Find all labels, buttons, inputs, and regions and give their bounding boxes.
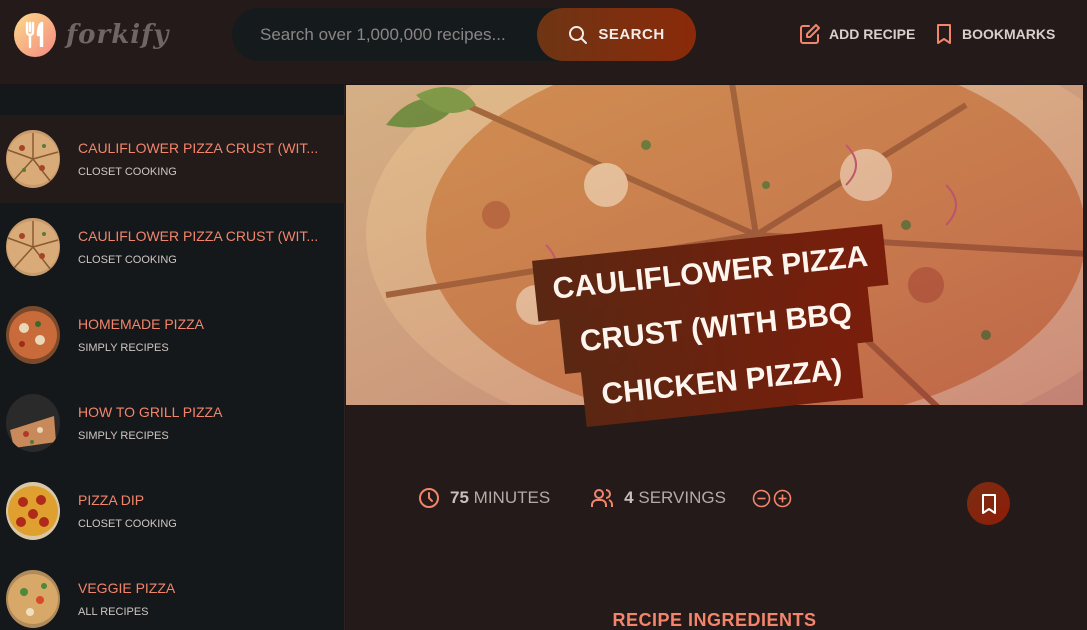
result-publisher: ALL RECIPES — [78, 606, 149, 618]
add-recipe-button[interactable]: ADD RECIPE — [799, 20, 915, 48]
recipe-servings-count: 4 — [624, 488, 634, 507]
clock-icon — [418, 487, 440, 509]
search-input[interactable] — [260, 8, 540, 61]
bookmark-icon — [980, 493, 998, 515]
result-thumbnail — [6, 306, 60, 364]
result-thumbnail — [6, 218, 60, 276]
recipe-servings: 4 SERVINGS — [590, 487, 792, 509]
forkify-logo-icon — [14, 13, 56, 57]
result-item[interactable]: HOW TO GRILL PIZZA SIMPLY RECIPES — [0, 379, 345, 467]
recipe-minutes: 75 — [450, 488, 469, 507]
minus-circle-icon[interactable] — [752, 489, 771, 508]
users-icon — [590, 487, 614, 509]
result-title: CAULIFLOWER PIZZA CRUST (WIT... — [78, 140, 319, 156]
result-title: CAULIFLOWER PIZZA CRUST (WIT... — [78, 228, 319, 244]
header: forkify SEARCH ADD RECIPE BOOKMARKS — [0, 0, 1087, 85]
recipe-servings-label: SERVINGS — [638, 488, 726, 507]
result-publisher: SIMPLY RECIPES — [78, 342, 169, 354]
search-form: SEARCH — [232, 8, 696, 61]
bookmarks-button[interactable]: BOOKMARKS — [934, 20, 1055, 48]
servings-stepper — [752, 489, 792, 508]
recipe-bookmark-button[interactable] — [967, 482, 1010, 525]
search-button-label: SEARCH — [598, 26, 665, 43]
result-thumbnail — [6, 130, 60, 188]
result-thumbnail — [6, 482, 60, 540]
result-thumbnail — [6, 570, 60, 628]
logo[interactable]: forkify — [14, 13, 169, 57]
search-button[interactable]: SEARCH — [537, 8, 696, 61]
result-publisher: CLOSET COOKING — [78, 166, 177, 178]
result-item[interactable]: VEGGIE PIZZA ALL RECIPES — [0, 555, 345, 630]
result-title: HOW TO GRILL PIZZA — [78, 404, 223, 420]
recipe-minutes-label: MINUTES — [473, 488, 551, 507]
result-publisher: SIMPLY RECIPES — [78, 430, 169, 442]
result-thumbnail — [6, 394, 60, 452]
result-title: PIZZA DIP — [78, 492, 145, 508]
plus-circle-icon[interactable] — [773, 489, 792, 508]
recipe-view: CAULIFLOWER PIZZA CRUST (WITH BBQ CHICKE… — [346, 85, 1087, 630]
result-publisher: CLOSET COOKING — [78, 518, 177, 530]
ingredients-heading: RECIPE INGREDIENTS — [612, 610, 817, 630]
result-title: HOMEMADE PIZZA — [78, 316, 205, 332]
add-recipe-label: ADD RECIPE — [829, 26, 916, 42]
edit-icon — [799, 23, 821, 45]
result-publisher: CLOSET COOKING — [78, 254, 177, 266]
recipe-details: 75 MINUTES 4 SERVINGS — [418, 487, 792, 509]
result-item[interactable]: HOMEMADE PIZZA SIMPLY RECIPES — [0, 291, 345, 379]
result-item[interactable]: CAULIFLOWER PIZZA CRUST (WIT... CLOSET C… — [0, 115, 345, 203]
recipe-title: CAULIFLOWER PIZZA CRUST (WITH BBQ CHICKE… — [528, 224, 903, 429]
result-title: VEGGIE PIZZA — [78, 580, 176, 596]
logo-text: forkify — [66, 20, 170, 50]
result-item[interactable]: PIZZA DIP CLOSET COOKING — [0, 467, 345, 555]
search-icon — [568, 25, 588, 45]
result-item[interactable]: CAULIFLOWER PIZZA CRUST (WIT... CLOSET C… — [0, 203, 345, 291]
bookmark-icon — [934, 23, 954, 45]
search-results: CAULIFLOWER PIZZA CRUST (WIT... CLOSET C… — [0, 85, 345, 630]
recipe-time: 75 MINUTES — [418, 487, 550, 509]
bookmarks-label: BOOKMARKS — [962, 26, 1056, 42]
